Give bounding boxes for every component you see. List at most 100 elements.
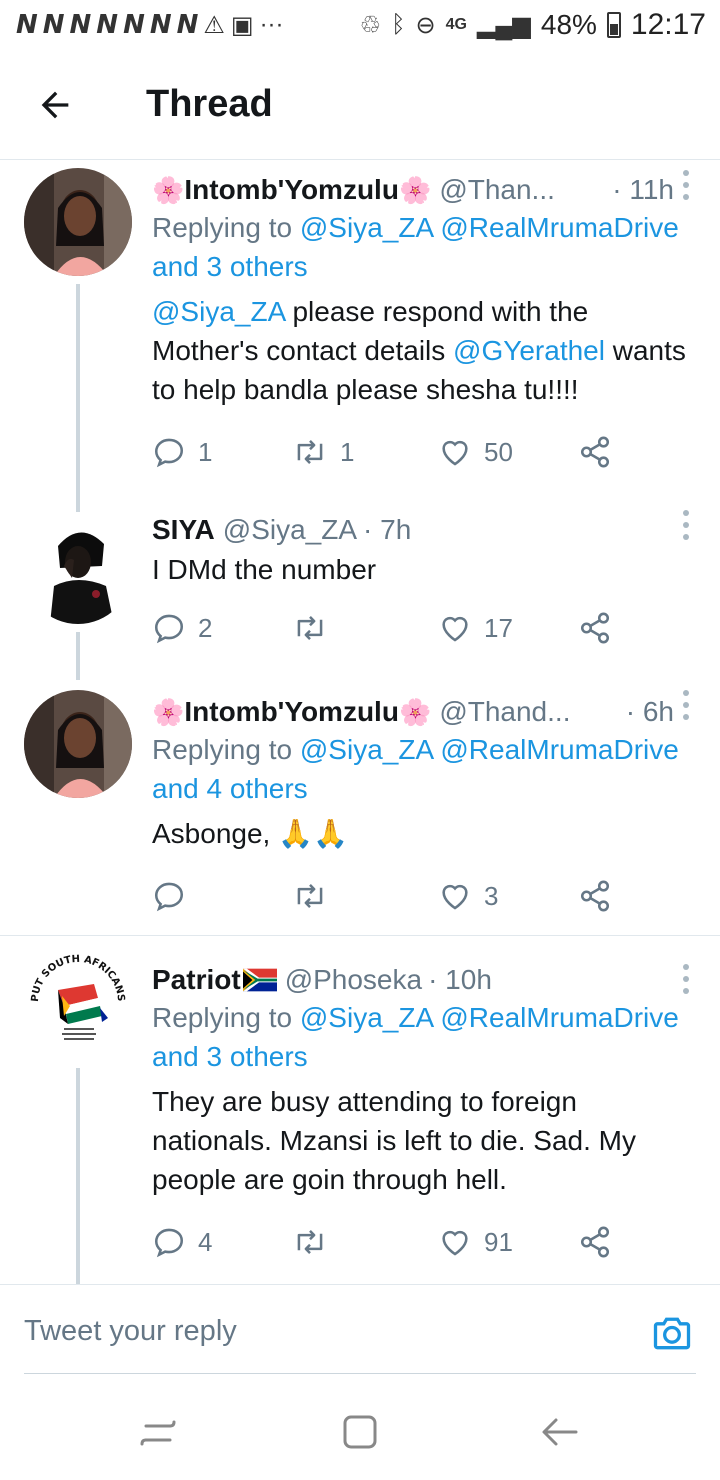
thread-line bbox=[76, 632, 80, 680]
tweet[interactable]: 🌸 Intomb'Yomzulu 🌸 @Than... · 11h Replyi… bbox=[0, 160, 720, 500]
share-button[interactable] bbox=[578, 435, 612, 469]
display-name[interactable]: Intomb'Yomzulu bbox=[184, 172, 399, 208]
user-handle[interactable]: @Siya_ZA bbox=[223, 512, 357, 548]
notification-n-icon: N bbox=[123, 10, 145, 40]
like-count: 50 bbox=[484, 436, 513, 467]
tweet-content: 🌸 Intomb'Yomzulu 🌸 @Thand... · 6h Replyi… bbox=[152, 694, 700, 853]
reply-button[interactable]: 1 bbox=[152, 435, 212, 469]
tweet-text: I DMd the number bbox=[152, 554, 377, 585]
retweet-icon bbox=[297, 1230, 323, 1254]
avatar[interactable] bbox=[24, 516, 132, 624]
input-underline bbox=[24, 1373, 696, 1374]
user-handle[interactable]: @Phoseka bbox=[285, 962, 422, 998]
tweet[interactable]: PUT SOUTH AFRICANS FIRST Patriot @Phosek… bbox=[0, 936, 720, 1284]
replying-others-link[interactable]: and 3 others bbox=[152, 1041, 308, 1072]
back-nav-button[interactable] bbox=[540, 1412, 580, 1452]
display-name[interactable]: Intomb'Yomzulu bbox=[184, 694, 399, 730]
do-not-disturb-icon: ⊖ bbox=[415, 11, 436, 39]
like-button[interactable]: 3 bbox=[438, 879, 498, 913]
bluetooth-icon: ᛒ bbox=[391, 11, 406, 38]
tweet[interactable]: SIYA @Siya_ZA · 7h I DMd the number 2 17 bbox=[0, 500, 720, 680]
reply-icon bbox=[154, 1228, 184, 1258]
battery-percent: 48% bbox=[540, 9, 597, 40]
heart-icon bbox=[442, 440, 468, 466]
more-options-icon[interactable] bbox=[682, 690, 690, 720]
south-africa-flag-icon bbox=[242, 968, 277, 992]
thread-line bbox=[76, 1068, 80, 1284]
system-icons: ♲ ᛒ ⊖ 4G ▂▄▆ 48% 12:17 bbox=[360, 8, 706, 42]
retweet-icon bbox=[297, 440, 323, 464]
retweet-button[interactable]: 1 bbox=[292, 435, 354, 469]
like-button[interactable]: 50 bbox=[438, 435, 513, 469]
reply-button[interactable]: 2 bbox=[152, 611, 212, 645]
avatar[interactable] bbox=[24, 168, 132, 276]
notification-icons: N N N N N N N ⚠ ▣ ··· bbox=[16, 10, 284, 40]
reply-button[interactable]: 4 bbox=[152, 1225, 212, 1259]
avatar[interactable]: PUT SOUTH AFRICANS FIRST bbox=[24, 948, 132, 1056]
replying-prefix: Replying to bbox=[152, 212, 293, 243]
tweet-actions: 1 1 50 bbox=[152, 432, 632, 472]
android-nav-bar bbox=[0, 1380, 720, 1480]
recycle-icon: ♲ bbox=[359, 11, 382, 39]
reply-count: 2 bbox=[198, 612, 213, 643]
retweet-icon bbox=[297, 616, 323, 640]
flower-emoji: 🌸 bbox=[398, 697, 432, 727]
reply-count: 1 bbox=[198, 436, 213, 467]
avatar[interactable] bbox=[24, 690, 132, 798]
like-button[interactable]: 17 bbox=[438, 611, 513, 645]
user-handle[interactable]: @Thand... bbox=[439, 694, 570, 730]
page-title: Thread bbox=[146, 83, 273, 125]
reply-icon bbox=[154, 614, 184, 644]
user-handle[interactable]: @Than... bbox=[439, 172, 555, 208]
retweet-count: 1 bbox=[340, 436, 355, 467]
heart-icon bbox=[442, 1230, 468, 1256]
display-name[interactable]: SIYA bbox=[152, 512, 215, 548]
more-options-icon[interactable] bbox=[682, 964, 690, 994]
tweet[interactable]: 🌸 Intomb'Yomzulu 🌸 @Thand... · 6h Replyi… bbox=[0, 680, 720, 935]
replying-mentions-link[interactable]: @Siya_ZA @RealMrumaDrive bbox=[300, 1002, 679, 1033]
back-button[interactable] bbox=[0, 50, 110, 160]
replying-mentions-link[interactable]: @Siya_ZA @RealMrumaDrive bbox=[300, 734, 679, 765]
thread-line bbox=[76, 284, 80, 500]
retweet-button[interactable] bbox=[292, 879, 340, 913]
battery-icon bbox=[606, 12, 621, 38]
replying-others-link[interactable]: and 4 others bbox=[152, 773, 308, 804]
retweet-icon bbox=[297, 884, 323, 908]
share-button[interactable] bbox=[578, 611, 612, 645]
more-options-icon[interactable] bbox=[682, 170, 690, 200]
reply-button[interactable] bbox=[152, 879, 198, 913]
reply-count: 4 bbox=[198, 1226, 213, 1257]
like-button[interactable]: 91 bbox=[438, 1225, 513, 1259]
replying-prefix: Replying to bbox=[152, 1002, 293, 1033]
notification-n-icon: N bbox=[16, 10, 38, 40]
replying-mentions-link[interactable]: @Siya_ZA @RealMrumaDrive bbox=[300, 212, 679, 243]
camera-button[interactable] bbox=[650, 1311, 694, 1355]
retweet-button[interactable] bbox=[292, 1225, 340, 1259]
display-name[interactable]: Patriot bbox=[152, 962, 241, 998]
like-count: 3 bbox=[484, 880, 499, 911]
status-bar: N N N N N N N ⚠ ▣ ··· ♲ ᛒ ⊖ 4G ▂▄▆ 48% 1… bbox=[0, 0, 720, 50]
flower-emoji: 🌸 bbox=[152, 175, 185, 205]
mention-link[interactable]: @Siya_ZA bbox=[152, 296, 285, 327]
tweet-text: They are busy attending to foreign natio… bbox=[152, 1086, 636, 1195]
mention-link[interactable]: @GYerathel bbox=[453, 335, 605, 366]
notification-n-icon: N bbox=[69, 10, 92, 40]
share-button[interactable] bbox=[578, 1225, 612, 1259]
recent-apps-button[interactable] bbox=[140, 1412, 180, 1452]
share-button[interactable] bbox=[578, 879, 612, 913]
more-options-icon[interactable] bbox=[682, 510, 690, 540]
replying-to: Replying to @Siya_ZA @RealMrumaDrive and… bbox=[152, 208, 700, 286]
notification-n-icon: N bbox=[176, 10, 199, 40]
retweet-button[interactable] bbox=[292, 611, 340, 645]
reply-input[interactable]: Tweet your reply bbox=[24, 1315, 237, 1348]
notification-n-icon: N bbox=[96, 10, 118, 40]
thread-line bbox=[76, 500, 80, 512]
warning-icon: ⚠ bbox=[203, 11, 225, 39]
more-notifications-icon: ··· bbox=[259, 11, 284, 38]
replying-to: Replying to @Siya_ZA @RealMrumaDrive and… bbox=[152, 998, 700, 1076]
home-button[interactable] bbox=[340, 1412, 380, 1452]
app-header: Thread bbox=[0, 50, 720, 160]
tweet-actions: 3 bbox=[152, 876, 632, 916]
replying-others-link[interactable]: and 3 others bbox=[152, 251, 308, 282]
notification-n-icon: N bbox=[42, 10, 65, 40]
